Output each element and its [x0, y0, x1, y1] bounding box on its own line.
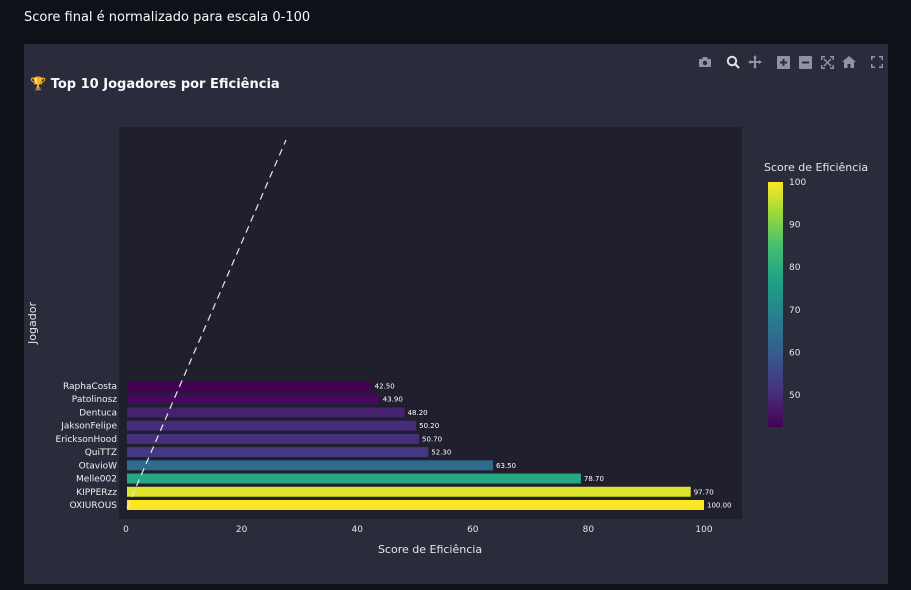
data-label: 97.70 — [694, 488, 714, 496]
data-label: 43.90 — [383, 396, 403, 404]
x-axis-title: Score de Eficiência — [378, 543, 482, 556]
y-tick-label: Melle002 — [76, 475, 117, 485]
data-label: 42.50 — [375, 383, 395, 391]
colorbar — [768, 182, 783, 427]
y-tick-label: OtavioW — [79, 461, 117, 471]
y-tick-label: RaphaCosta — [63, 382, 117, 392]
y-tick-label: Dentuca — [79, 408, 117, 418]
bar-Melle002 — [127, 473, 581, 484]
data-label: 63.50 — [496, 462, 516, 470]
y-tick-label: JaksonFelipe — [60, 422, 117, 432]
data-label: 48.20 — [408, 409, 428, 417]
bar-KIPPERzz — [127, 486, 691, 497]
bar-QuiTTZ — [127, 447, 429, 458]
y-tick-label: Patolinosz — [72, 395, 117, 405]
x-tick-label: 40 — [351, 525, 363, 535]
bar-EricksonHood — [127, 433, 420, 444]
data-label: 52.30 — [431, 449, 451, 457]
y-tick-label: OXIUROUS — [69, 501, 117, 511]
data-label: 50.20 — [419, 422, 439, 430]
data-label: 78.70 — [584, 475, 604, 483]
bar-OtavioW — [127, 460, 494, 471]
colorbar-tick-label: 50 — [789, 391, 801, 401]
bar-JaksonFelipe — [127, 420, 417, 431]
colorbar-title: Score de Eficiência — [764, 161, 868, 174]
chart-svg: RaphaCosta Patolinosz Dentuca JaksonFelipe E… — [26, 127, 868, 556]
x-tick-label: 20 — [236, 525, 248, 535]
colorbar-tick-label: 60 — [789, 348, 801, 358]
x-tick-label: 0 — [123, 525, 129, 535]
bar-RaphaCosta — [127, 381, 372, 391]
y-tick-label: EricksonHood — [56, 435, 117, 445]
x-tick-label: 100 — [695, 525, 712, 535]
colorbar-tick-label: 70 — [789, 306, 801, 316]
bar-Dentuca — [127, 407, 405, 418]
y-axis-title: Jogador — [26, 302, 39, 345]
data-label: 100.00 — [707, 501, 732, 509]
bar-OXIUROUS — [127, 499, 704, 510]
data-label: 50.70 — [422, 435, 442, 443]
colorbar-tick-label: 90 — [789, 221, 801, 231]
colorbar-tick-label: 80 — [789, 263, 801, 273]
y-tick-label: QuiTTZ — [85, 448, 117, 458]
y-tick-label: KIPPERzz — [76, 488, 117, 498]
bar-Patolinosz — [127, 394, 380, 405]
colorbar-tick-label: 100 — [789, 178, 806, 188]
plot-area — [119, 127, 742, 519]
x-tick-label: 60 — [467, 525, 479, 535]
x-tick-label: 80 — [583, 525, 595, 535]
